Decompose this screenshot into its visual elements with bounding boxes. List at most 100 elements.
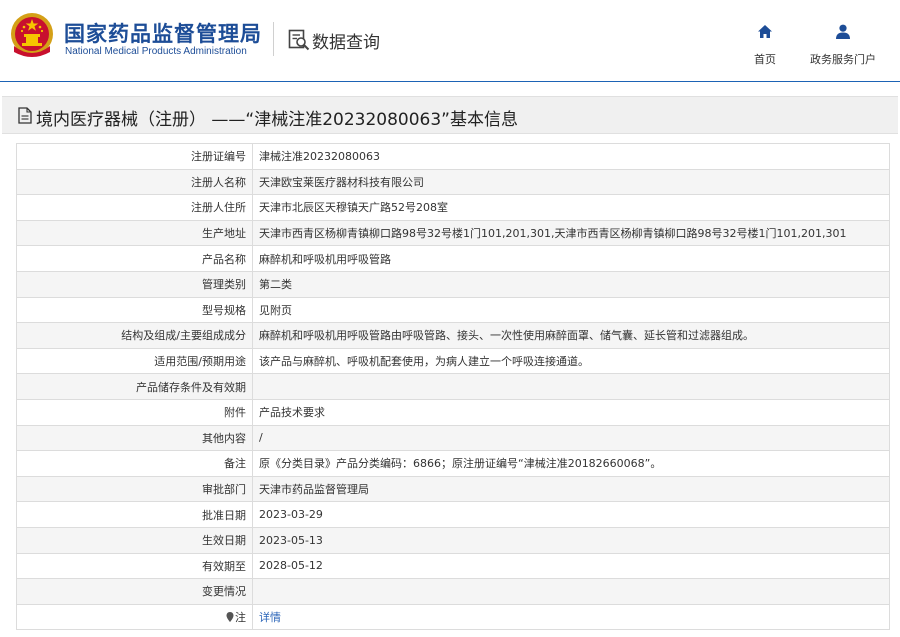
field-label: 批准日期 <box>16 501 253 528</box>
table-row: 备注 原《分类目录》产品分类编码：6866；原注册证编号“津械注准20182660… <box>16 450 890 477</box>
field-label: 型号规格 <box>16 296 253 324</box>
field-label-text: 备注 <box>224 457 246 471</box>
data-query-label: 数据查询 <box>312 33 380 53</box>
home-icon <box>758 25 772 38</box>
table-row: 其他内容 / <box>16 424 890 452</box>
field-value-text: 2023-03-29 <box>259 508 323 522</box>
field-value-text: 天津市药品监督管理局 <box>259 483 369 497</box>
field-value: 2028-05-12 <box>252 552 890 580</box>
field-label-text: 型号规格 <box>202 303 246 317</box>
field-value: 原《分类目录》产品分类编码：6866；原注册证编号“津械注准2018266006… <box>252 450 890 477</box>
table-row: 管理类别 第二类 <box>16 270 890 298</box>
field-label-text: 管理类别 <box>202 278 246 292</box>
table-row: 附件 产品技术要求 <box>16 398 890 426</box>
table-row: 审批部门 天津市药品监督管理局 <box>16 475 890 503</box>
field-value: 2023-05-13 <box>252 526 890 554</box>
document-icon <box>18 107 32 124</box>
field-label: 产品储存条件及有效期 <box>16 373 253 400</box>
field-label: 结构及组成/主要组成成分 <box>16 322 253 349</box>
field-value: 天津市药品监督管理局 <box>252 475 890 503</box>
field-label-text: 适用范围/预期用途 <box>154 355 246 369</box>
pin-icon <box>226 611 234 622</box>
field-value: 2023-03-29 <box>252 501 890 528</box>
field-label-text: 注册人名称 <box>191 175 246 189</box>
field-label-text: 批准日期 <box>202 508 246 522</box>
field-label: 附件 <box>16 398 253 426</box>
field-label-text: 生效日期 <box>202 534 246 548</box>
field-label-text: 结构及组成/主要组成成分 <box>121 329 246 343</box>
user-icon <box>836 24 850 39</box>
field-label: 有效期至 <box>16 552 253 580</box>
field-value <box>252 578 890 605</box>
field-label: 注册人住所 <box>16 194 253 221</box>
field-value: 津械注准20232080063 <box>252 143 890 170</box>
field-value-text: 天津市北辰区天穆镇天广路52号208室 <box>259 201 448 215</box>
national-emblem-icon <box>11 13 53 57</box>
nav-portal-label: 政务服务门户 <box>810 53 876 66</box>
field-label: 注册证编号 <box>16 143 253 170</box>
header-divider <box>273 22 274 56</box>
field-label: 注 <box>16 603 253 631</box>
device-info-table: 注册证编号 津械注准20232080063 注册人名称 天津欧宝莱医疗器材科技有限公司… <box>16 143 890 631</box>
field-value: 见附页 <box>252 296 890 324</box>
field-label: 产品名称 <box>16 245 253 272</box>
field-value <box>252 373 890 400</box>
field-label: 生产地址 <box>16 219 253 247</box>
field-value: / <box>252 424 890 452</box>
field-value-text: 原《分类目录》产品分类编码：6866；原注册证编号“津械注准2018266006… <box>259 457 662 471</box>
field-label: 适用范围/预期用途 <box>16 347 253 375</box>
table-row: 产品名称 麻醉机和呼吸机用呼吸管路 <box>16 245 890 272</box>
field-value-text: 2028-05-12 <box>259 559 323 573</box>
details-link[interactable]: 详情 <box>259 611 281 624</box>
field-label: 备注 <box>16 450 253 477</box>
table-row: 产品储存条件及有效期 <box>16 373 890 400</box>
field-label-text: 产品储存条件及有效期 <box>136 380 246 394</box>
field-label-text: 审批部门 <box>202 483 246 497</box>
field-value-text: 第二类 <box>259 278 292 292</box>
field-value-text: 天津欧宝莱医疗器材科技有限公司 <box>259 175 424 189</box>
field-label-text: 附件 <box>224 406 246 420</box>
org-name-cn[interactable]: 国家药品监督管理局 <box>64 18 262 48</box>
table-row: 批准日期 2023-03-29 <box>16 501 890 528</box>
field-label: 管理类别 <box>16 270 253 298</box>
field-value: 第二类 <box>252 270 890 298</box>
table-row: 型号规格 见附页 <box>16 296 890 324</box>
field-value-text: 麻醉机和呼吸机用呼吸管路 <box>259 252 391 266</box>
field-label-text: 有效期至 <box>202 559 246 573</box>
field-value-text: 该产品与麻醉机、呼吸机配套使用，为病人建立一个呼吸连接通道。 <box>259 355 589 369</box>
field-label: 生效日期 <box>16 526 253 554</box>
table-row: 结构及组成/主要组成成分 麻醉机和呼吸机用呼吸管路由呼吸管路、接头、一次性使用麻醉… <box>16 322 890 349</box>
field-label: 其他内容 <box>16 424 253 452</box>
nav-home-label: 首页 <box>754 53 776 66</box>
table-row: 注册证编号 津械注准20232080063 <box>16 143 890 170</box>
org-name-en[interactable]: National Medical Products Administration <box>65 46 247 57</box>
field-value-text: / <box>259 431 263 445</box>
field-value-text: 见附页 <box>259 303 292 317</box>
page-title-bar: 境内医疗器械（注册） ——“津械注准20232080063”基本信息 <box>2 96 898 134</box>
field-value: 麻醉机和呼吸机用呼吸管路由呼吸管路、接头、一次性使用麻醉面罩、储气囊、延长管和过… <box>252 322 890 349</box>
nav-home[interactable]: 首页 <box>725 24 805 67</box>
field-value-text: 产品技术要求 <box>259 406 325 420</box>
field-value-text: 2023-05-13 <box>259 533 323 547</box>
field-label-text: 生产地址 <box>202 227 246 241</box>
field-value: 天津市西青区杨柳青镇柳口路98号32号楼1门101,201,301,天津市西青区… <box>252 219 890 247</box>
table-row: 生产地址 天津市西青区杨柳青镇柳口路98号32号楼1门101,201,301,天津… <box>16 219 890 247</box>
field-value: 产品技术要求 <box>252 398 890 426</box>
table-row: 变更情况 <box>16 578 890 605</box>
site-header: 国家药品监督管理局 National Medical Products Admi… <box>0 0 900 82</box>
table-row: 有效期至 2028-05-12 <box>16 552 890 580</box>
table-row: 注册人住所 天津市北辰区天穆镇天广路52号208室 <box>16 194 890 221</box>
nav-gov-service-portal[interactable]: 政务服务门户 <box>803 24 883 67</box>
table-row: 注详情 <box>16 603 890 631</box>
field-label-text: 注 <box>235 610 246 624</box>
table-row: 注册人名称 天津欧宝莱医疗器材科技有限公司 <box>16 168 890 196</box>
field-value: 天津市北辰区天穆镇天广路52号208室 <box>252 194 890 221</box>
field-value: 麻醉机和呼吸机用呼吸管路 <box>252 245 890 272</box>
field-label: 审批部门 <box>16 475 253 503</box>
field-value: 详情 <box>252 603 890 631</box>
field-value-text: 天津市西青区杨柳青镇柳口路98号32号楼1门101,201,301,天津市西青区… <box>259 227 847 241</box>
field-label-text: 产品名称 <box>202 252 246 266</box>
page-title: 境内医疗器械（注册） ——“津械注准20232080063”基本信息 <box>36 110 518 130</box>
field-value: 天津欧宝莱医疗器材科技有限公司 <box>252 168 890 196</box>
data-query-icon <box>288 29 310 51</box>
